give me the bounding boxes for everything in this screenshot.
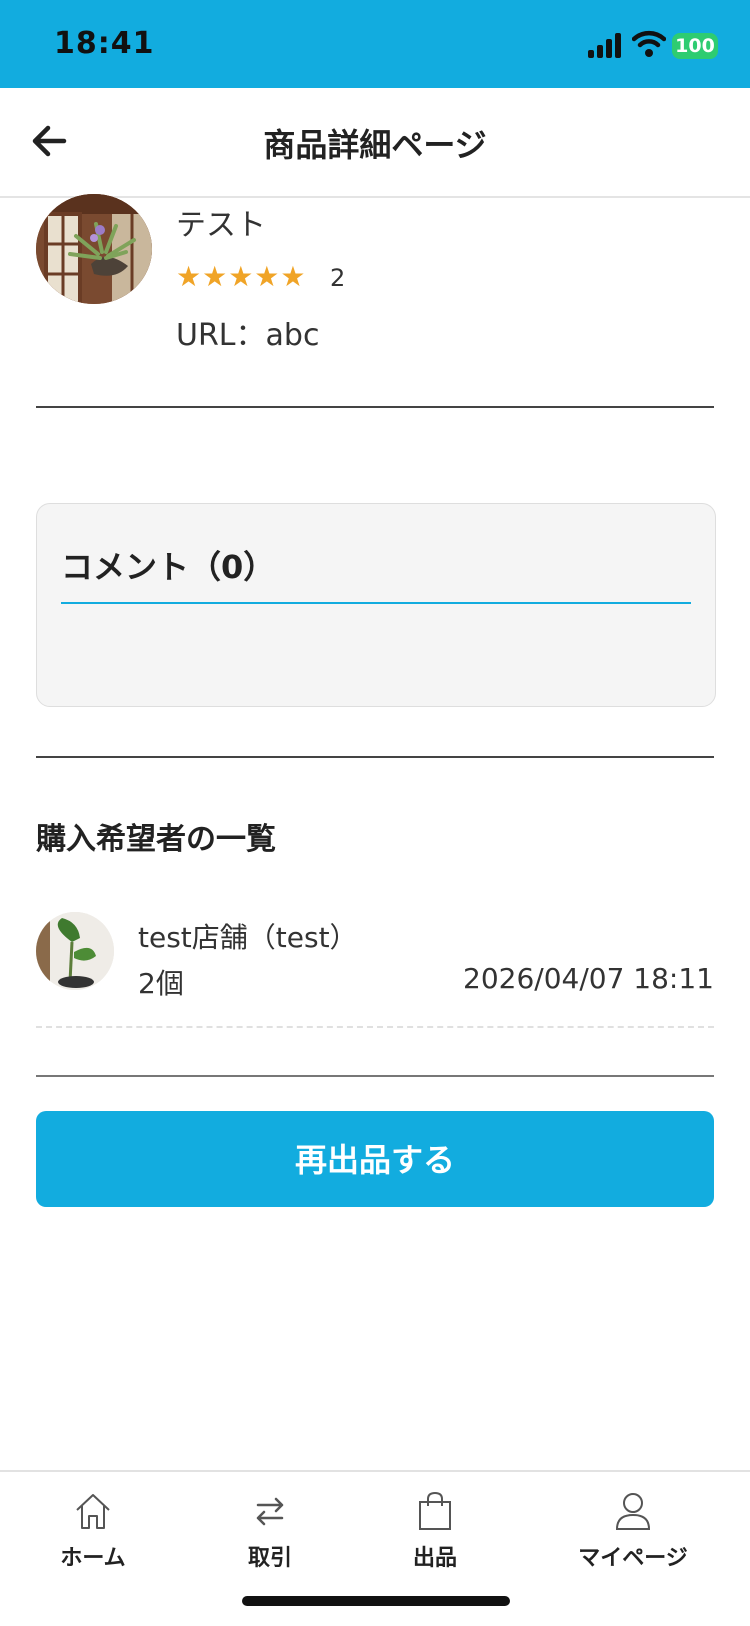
tab-label: 出品 [412,1546,457,1571]
star-rating: ★★★★★ [176,260,307,293]
tab-mypage[interactable]: マイページ [548,1490,718,1590]
list-item[interactable]: test店舗（test） 2個 2026/04/07 18:11 [36,904,714,1028]
home-indicator [242,1596,510,1606]
transfer-icon [256,1497,284,1526]
seller-name: テスト [176,208,266,243]
buyer-quantity: 2個 [138,967,184,1000]
user-icon [615,1493,651,1530]
tab-transactions[interactable]: 取引 [185,1490,355,1590]
battery-icon: 100 [672,33,718,59]
status-bar: 18:41 100 [0,0,750,88]
seller-avatar[interactable] [36,194,152,304]
rating-count: 2 [330,264,346,292]
buyer-date: 2026/04/07 18:11 [463,962,714,995]
seller-url[interactable]: URL：abc [176,310,319,354]
divider [36,1075,714,1077]
relist-button[interactable]: 再出品する [36,1111,714,1207]
buyers-heading: 購入希望者の一覧 [36,822,276,857]
avatar [36,912,114,990]
divider [36,406,714,408]
divider [36,756,714,758]
status-time: 18:41 [54,26,155,61]
comment-underline [61,602,691,604]
signal-icon [588,32,624,58]
tab-listing[interactable]: 出品 [350,1490,520,1590]
home-icon [76,1494,110,1529]
page-title: 商品詳細ページ [263,126,487,164]
buyer-name: test店舗（test） [138,921,358,954]
wifi-icon [632,30,666,57]
tab-label: ホーム [60,1546,126,1571]
tab-label: マイページ [578,1546,688,1571]
app-header: 商品詳細ページ [0,88,750,198]
tab-home[interactable]: ホーム [8,1490,178,1590]
comment-section: コメント（0） [36,503,716,707]
shopping-bag-icon [419,1491,451,1530]
comment-title: コメント（0） [61,548,276,586]
tab-label: 取引 [247,1546,292,1571]
